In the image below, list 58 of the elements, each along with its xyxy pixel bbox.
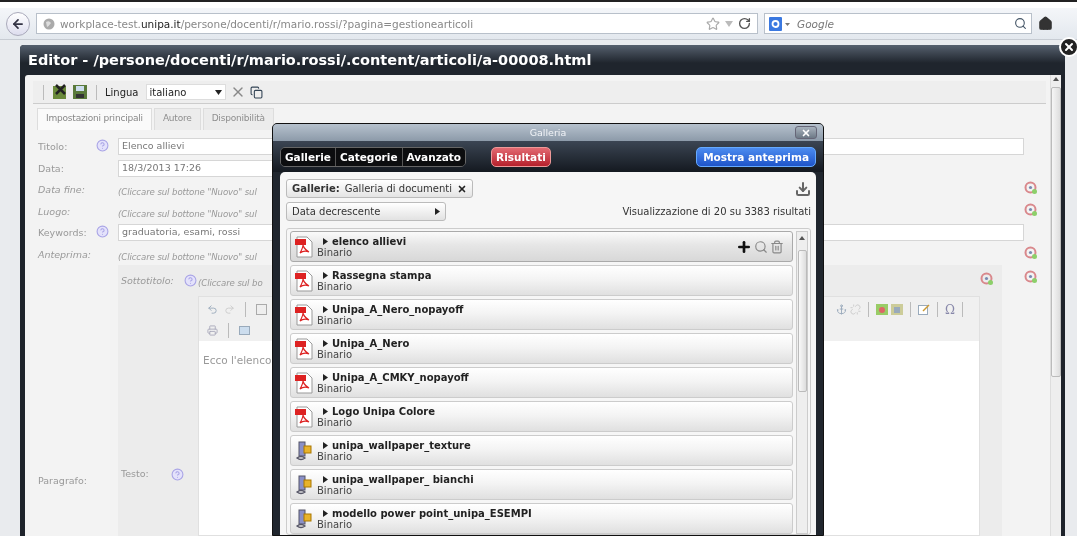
filter-name: Gallerie: [292,183,340,194]
preview-button[interactable]: Mostra anteprima [696,146,816,167]
filter-value: Galleria di documenti [344,183,453,194]
item-name: modello power point_unipa_ESEMPI [332,507,532,519]
field-label: Testo: [121,468,149,479]
gallery-item[interactable]: Unipa_A_Nero Binario [290,333,793,364]
gallery-item[interactable]: Rassegna stampa Binario [290,265,793,296]
tab[interactable]: Gallerie [281,147,336,166]
tab[interactable]: Categorie [335,147,403,166]
gallery-item[interactable]: Logo Unipa Colore Binario [290,401,793,432]
item-name: Unipa_A_CMKY_nopayoff [332,371,469,383]
item-type: Binario [317,450,353,462]
content-text: Ecco l'elenco [203,354,272,366]
item-type: Binario [317,314,353,326]
search-box[interactable]: Google [764,13,1032,34]
item-type: Binario [317,348,353,360]
item-name: Rassegna stampa [332,269,432,281]
language-label: Lingua [105,86,139,98]
item-type: Binario [317,416,353,428]
gallery-item[interactable]: Unipa_A_CMKY_nopayoff Binario [290,367,793,398]
field-label: Paragrafo: [38,475,87,486]
item-name: Logo Unipa Colore [332,405,436,417]
empty-value-hint: (Cliccare sul bottone "Nuovo" sul [118,208,257,219]
item-type: Binario [317,484,353,496]
item-name: Unipa_A_Nero [332,337,410,349]
empty-value-hint: (Cliccare sul bottone "Nuovo" sul [118,251,257,262]
item-name: Unipa_A_Nero_nopayoff [332,303,464,315]
item-type: Binario [317,246,354,258]
language-select[interactable]: italiano [145,84,226,100]
gallery-item[interactable]: Unipa_A_Nero_nopayoff Binario [290,299,793,330]
tab[interactable]: Avanzato [402,147,466,166]
field-label: Anteprima: [38,248,92,260]
gallery-item[interactable]: unipa_wallpaper_texture Binario [290,435,793,466]
url-text: workplace-test.unipa.it/persone/docenti/r/mario.rossi/?pagina=gestionearticoli [60,17,475,30]
item-name: unipa_wallpaper_texture [332,439,471,451]
field-label: Keywords: [38,227,88,239]
sort-dropdown[interactable]: Data decrescente [286,202,446,221]
results-button[interactable]: Risultati [491,146,551,167]
results-count: Visualizzazione di 20 su 3383 risultati [622,206,811,217]
filter-chip[interactable]: Gallerie: Galleria di documenti [286,179,474,198]
empty-value-hint: (Cliccare sul bottone "Nuovo" sul [118,187,257,198]
field-label: Data fine: [38,184,86,196]
gallery-item[interactable]: modello power point_unipa_ESEMPI Binario [290,503,793,534]
field-label: Data: [38,162,65,174]
field-label: Sottotitolo: [121,274,174,286]
item-name: elenco allievi [332,235,407,247]
address-bar[interactable]: workplace-test.unipa.it/persone/docenti/r/mario.rossi/?pagina=gestionearticoli [36,13,758,34]
item-type: Binario [317,382,353,394]
field-label: Luogo: [38,205,72,217]
empty-value-hint: (Cliccare sul bo [198,278,263,288]
gallery-item[interactable]: unipa_wallpaper_ bianchi Binario [290,469,793,500]
tab[interactable]: Impostazioni principali [37,108,152,130]
dialog-title: Galleria [529,127,567,138]
item-type: Binario [317,280,353,292]
item-name: unipa_wallpaper_ bianchi [332,473,474,485]
item-type: Binario [317,518,354,530]
field-label: Titolo: [38,141,69,153]
gallery-item[interactable]: elenco allievi Binario [290,231,793,262]
